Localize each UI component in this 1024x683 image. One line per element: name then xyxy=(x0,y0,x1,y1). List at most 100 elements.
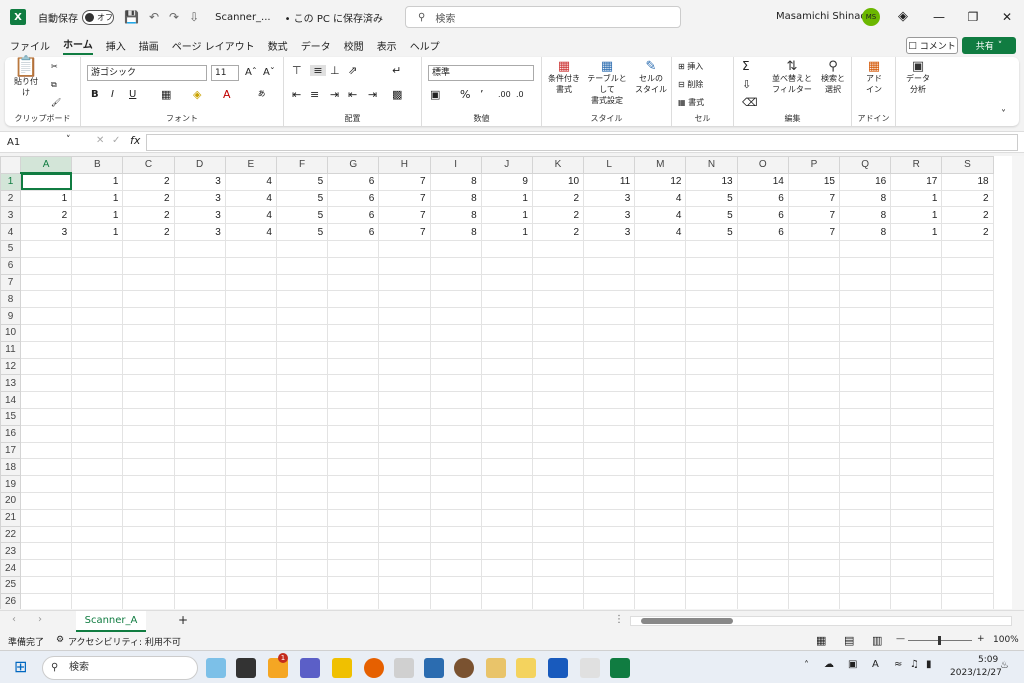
cell-m10[interactable] xyxy=(634,323,687,342)
grow-font-icon[interactable]: Aˆ xyxy=(245,67,257,78)
cell-k5[interactable] xyxy=(531,239,585,258)
cell-p5[interactable] xyxy=(787,239,841,258)
cell-p18[interactable] xyxy=(787,458,841,477)
increase-decimal-icon[interactable]: .00 xyxy=(498,89,511,100)
cell-c18[interactable] xyxy=(122,458,175,477)
cell-e19[interactable] xyxy=(224,475,277,493)
row-header[interactable]: 1 xyxy=(0,172,21,191)
cell-f3[interactable]: 5 xyxy=(275,206,329,225)
align-top-icon[interactable]: ⊤ xyxy=(292,65,302,76)
cell-j7[interactable] xyxy=(480,273,533,292)
cell-q5[interactable] xyxy=(838,239,892,258)
cell-k26[interactable] xyxy=(531,592,585,609)
cell-m25[interactable] xyxy=(634,575,687,594)
cell-r20[interactable] xyxy=(890,491,943,510)
cell-r2[interactable]: 1 xyxy=(890,189,943,208)
search-input[interactable]: ⚲ 検索 xyxy=(405,6,681,28)
cell-l1[interactable]: 11 xyxy=(583,172,636,191)
cell-m17[interactable] xyxy=(634,441,687,460)
cell-i25[interactable] xyxy=(429,575,482,594)
cell-a9[interactable] xyxy=(19,307,73,325)
cell-r12[interactable] xyxy=(890,357,943,376)
cell-m24[interactable] xyxy=(634,559,687,577)
cell-s17[interactable] xyxy=(941,441,994,460)
select-all-corner[interactable] xyxy=(0,156,21,174)
row-header[interactable]: 10 xyxy=(0,323,21,342)
cell-l5[interactable] xyxy=(583,239,636,258)
cell-m16[interactable] xyxy=(634,424,687,443)
cell-d6[interactable] xyxy=(173,256,226,275)
cell-q25[interactable] xyxy=(838,575,892,594)
insert-cells-button[interactable]: ⊞ 挿入 xyxy=(678,61,703,72)
cell-c24[interactable] xyxy=(122,559,175,577)
cell-p11[interactable] xyxy=(787,340,841,359)
cell-d23[interactable] xyxy=(173,542,226,561)
row-header[interactable]: 18 xyxy=(0,458,21,477)
cell-b15[interactable] xyxy=(71,407,124,426)
cell-o23[interactable] xyxy=(736,542,789,561)
cell-k18[interactable] xyxy=(531,458,585,477)
cell-r4[interactable]: 1 xyxy=(890,223,943,241)
cell-a11[interactable] xyxy=(19,340,73,359)
cell-d24[interactable] xyxy=(173,559,226,577)
cell-l22[interactable] xyxy=(583,525,636,544)
border-icon[interactable]: ▦ xyxy=(161,89,171,100)
cell-r26[interactable] xyxy=(890,592,943,609)
cell-d8[interactable] xyxy=(173,290,226,309)
cell-k7[interactable] xyxy=(531,273,585,292)
cell-l19[interactable] xyxy=(583,475,636,493)
cell-g11[interactable] xyxy=(327,340,380,359)
cell-q14[interactable] xyxy=(838,391,892,409)
cell-i7[interactable] xyxy=(429,273,482,292)
cell-k15[interactable] xyxy=(531,407,585,426)
cell-s14[interactable] xyxy=(941,391,994,409)
tab-file[interactable]: ファイル xyxy=(10,38,50,53)
column-header-o[interactable]: O xyxy=(736,156,789,174)
cell-o1[interactable]: 14 xyxy=(736,172,789,191)
cell-n8[interactable] xyxy=(685,290,738,309)
cell-f20[interactable] xyxy=(275,491,329,510)
row-header[interactable]: 7 xyxy=(0,273,21,292)
cell-h8[interactable] xyxy=(378,290,431,309)
cell-a20[interactable] xyxy=(19,491,73,510)
zoom-in-icon[interactable]: + xyxy=(977,634,985,644)
cell-q17[interactable] xyxy=(838,441,892,460)
cell-e26[interactable] xyxy=(224,592,277,609)
row-header[interactable]: 11 xyxy=(0,340,21,359)
fill-icon[interactable]: ⇩ xyxy=(742,79,751,90)
cell-g20[interactable] xyxy=(327,491,380,510)
cell-j9[interactable] xyxy=(480,307,533,325)
cell-l20[interactable] xyxy=(583,491,636,510)
cell-o26[interactable] xyxy=(736,592,789,609)
tab-data[interactable]: データ xyxy=(301,38,331,53)
cell-e15[interactable] xyxy=(224,407,277,426)
cell-j26[interactable] xyxy=(480,592,533,609)
cell-l9[interactable] xyxy=(583,307,636,325)
cell-p7[interactable] xyxy=(787,273,841,292)
cell-c10[interactable] xyxy=(122,323,175,342)
cell-m14[interactable] xyxy=(634,391,687,409)
cell-j3[interactable]: 1 xyxy=(480,206,533,225)
avatar[interactable]: MS xyxy=(862,8,880,26)
cell-h22[interactable] xyxy=(378,525,431,544)
cell-d2[interactable]: 3 xyxy=(173,189,226,208)
cell-h12[interactable] xyxy=(378,357,431,376)
cell-f5[interactable] xyxy=(275,239,329,258)
close-icon[interactable]: ✕ xyxy=(990,10,1024,24)
cell-styles-button[interactable]: ✎ セルの スタイル xyxy=(632,60,670,95)
cell-i14[interactable] xyxy=(429,391,482,409)
cell-s19[interactable] xyxy=(941,475,994,493)
cell-l2[interactable]: 3 xyxy=(583,189,636,208)
font-size-select[interactable]: 11 xyxy=(211,65,239,81)
italic-icon[interactable]: I xyxy=(111,89,114,100)
cell-i10[interactable] xyxy=(429,323,482,342)
tray-chevron-icon[interactable]: ˄ xyxy=(804,660,809,671)
cell-q6[interactable] xyxy=(838,256,892,275)
cell-m8[interactable] xyxy=(634,290,687,309)
cell-h23[interactable] xyxy=(378,542,431,561)
insert-function-icon[interactable]: fx xyxy=(130,134,140,147)
cell-d19[interactable] xyxy=(173,475,226,493)
cell-m26[interactable] xyxy=(634,592,687,609)
cell-j8[interactable] xyxy=(480,290,533,309)
cell-c12[interactable] xyxy=(122,357,175,376)
